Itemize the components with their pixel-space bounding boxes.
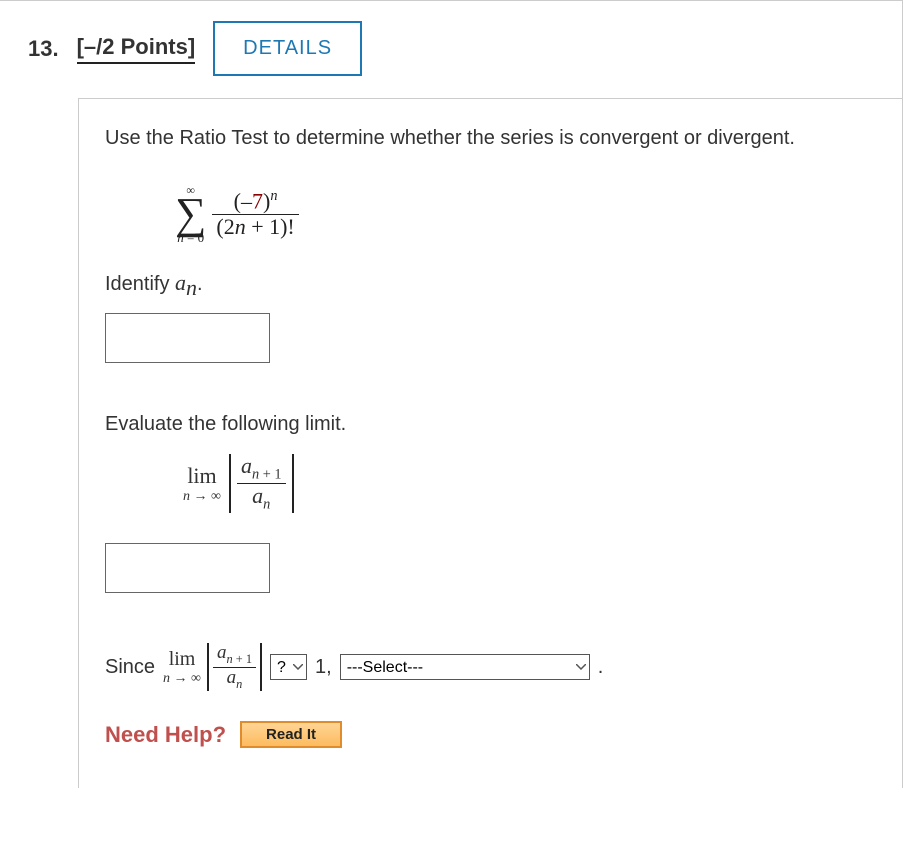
result-select[interactable]: ---Select--- xyxy=(340,654,590,680)
abs-bar-right xyxy=(292,454,294,513)
instruction-text: Use the Ratio Test to determine whether … xyxy=(105,127,880,150)
ratio-fraction-2: an + 1 an xyxy=(213,643,256,691)
limit-expression: lim n → ∞ an + 1 an xyxy=(183,454,880,513)
question-number: 13. xyxy=(28,36,59,62)
since-text: Since xyxy=(105,656,155,679)
need-help-label: Need Help? xyxy=(105,722,226,748)
identify-label: Identify an. xyxy=(105,270,880,301)
read-it-button[interactable]: Read It xyxy=(240,721,342,748)
one-text: 1, xyxy=(315,656,332,679)
ratio-fraction: an + 1 an xyxy=(237,454,286,513)
question-body: Use the Ratio Test to determine whether … xyxy=(78,98,902,788)
need-help-row: Need Help? Read It xyxy=(105,721,880,748)
series-expression: ∞ ∑ n = 0 (–7)n (2n + 1)! xyxy=(175,184,880,244)
details-button[interactable]: DETAILS xyxy=(213,21,362,76)
sigma-symbol: ∞ ∑ n = 0 xyxy=(175,184,206,244)
question-header: 13. [–/2 Points] DETAILS xyxy=(0,1,902,98)
points-label: [–/2 Points] xyxy=(77,34,196,64)
evaluate-label: Evaluate the following limit. xyxy=(105,413,880,436)
abs-bar-left xyxy=(229,454,231,513)
limit-input[interactable] xyxy=(105,543,270,593)
period: . xyxy=(598,656,604,679)
identify-an-input[interactable] xyxy=(105,313,270,363)
lim-symbol: lim n → ∞ xyxy=(183,463,221,505)
series-fraction: (–7)n (2n + 1)! xyxy=(212,189,298,239)
lim-symbol-2: lim n → ∞ xyxy=(163,648,201,687)
comparison-select[interactable]: ? xyxy=(270,654,307,680)
abs-bar-left-2 xyxy=(207,643,209,691)
conclusion-row: Since lim n → ∞ an + 1 an ? xyxy=(105,643,880,691)
abs-bar-right-2 xyxy=(260,643,262,691)
